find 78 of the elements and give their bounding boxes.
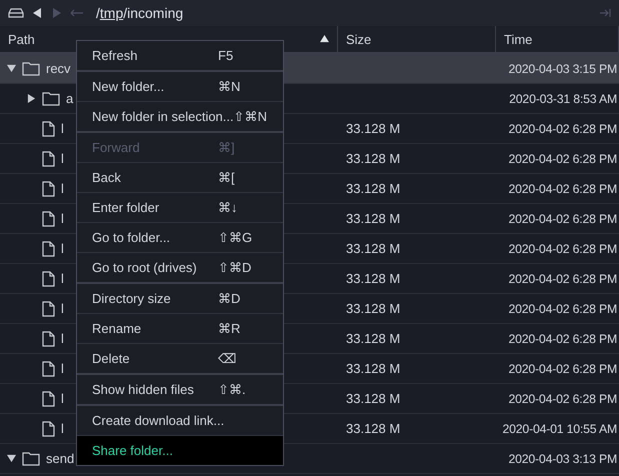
file-icon: [42, 240, 55, 256]
file-size: 33.128 M: [345, 121, 402, 136]
file-time: 2020-04-02 6:28 PM: [508, 272, 618, 286]
file-time: 2020-04-02 6:28 PM: [508, 182, 618, 196]
file-name: l: [61, 391, 64, 406]
file-size: 33.128 M: [345, 241, 402, 256]
folder-icon: [22, 61, 40, 76]
file-time: 2020-04-03 3:13 PM: [508, 452, 618, 466]
menu-item[interactable]: Enter folder ⌘↓: [77, 192, 283, 222]
path-segment[interactable]: tmp: [100, 5, 124, 21]
file-size: 33.128 M: [345, 391, 402, 406]
column-header[interactable]: Time: [496, 26, 619, 52]
file-icon: [42, 120, 55, 136]
file-time: 2020-04-02 6:28 PM: [508, 302, 618, 316]
file-name: l: [61, 301, 64, 316]
file-time: 2020-04-02 6:28 PM: [508, 392, 618, 406]
file-time: 2020-04-03 3:15 PM: [508, 62, 618, 76]
folder-icon: [22, 451, 40, 466]
menu-item[interactable]: Go to root (drives) ⇧⌘D: [77, 252, 283, 282]
file-icon: [42, 420, 55, 436]
menu-item[interactable]: Rename ⌘R: [77, 313, 283, 343]
file-size: 33.128 M: [345, 271, 402, 286]
file-name: recv: [46, 61, 71, 76]
file-name: send: [46, 451, 74, 466]
file-time: 2020-04-02 6:28 PM: [508, 122, 618, 136]
menu-item[interactable]: Share folder...: [77, 435, 283, 465]
shortcut: ⇧⌘.: [218, 382, 247, 397]
file-icon: [42, 210, 55, 226]
file-icon: [42, 180, 55, 196]
file-name: l: [61, 181, 64, 196]
file-time: 2020-04-01 10:55 AM: [502, 422, 618, 436]
menu-item[interactable]: Go to folder... ⇧⌘G: [77, 222, 283, 252]
column-label: Time: [504, 32, 532, 46]
file-time: 2020-04-02 6:28 PM: [508, 152, 618, 166]
file-icon: [42, 270, 55, 286]
file-size: 33.128 M: [345, 301, 402, 316]
file-icon: [42, 360, 55, 376]
drive-icon[interactable]: [8, 8, 24, 18]
file-size: 33.128 M: [345, 211, 402, 226]
file-name: l: [61, 361, 64, 376]
file-icon: [42, 150, 55, 166]
file-name: l: [61, 241, 64, 256]
shortcut: ⌫: [218, 351, 237, 366]
file-time: 2020-04-02 6:28 PM: [508, 242, 618, 256]
collapse-arrow-icon[interactable]: [6, 454, 16, 463]
file-time: 2020-04-02 6:28 PM: [508, 332, 618, 346]
file-name: l: [61, 121, 64, 136]
shortcut: ⌘R: [218, 321, 242, 336]
column-label: Path: [8, 32, 35, 46]
file-icon: [42, 300, 55, 316]
collapse-arrow-icon[interactable]: [6, 64, 16, 73]
file-size: 33.128 M: [345, 181, 402, 196]
file-name: l: [61, 211, 64, 226]
path-segment[interactable]: /incoming: [123, 5, 184, 21]
menu-item[interactable]: Back ⌘[: [77, 162, 283, 192]
file-name: a: [66, 91, 74, 106]
file-size: 33.128 M: [345, 361, 402, 376]
file-name: l: [61, 271, 64, 286]
column-header[interactable]: Size: [338, 26, 496, 52]
expand-arrow-icon[interactable]: [26, 94, 36, 103]
file-icon: [42, 330, 55, 346]
shortcut: ⌘D: [218, 291, 242, 306]
file-icon: [42, 390, 55, 406]
folder-icon: [42, 91, 60, 106]
menu-item[interactable]: Show hidden files ⇧⌘.: [77, 375, 283, 404]
menu-item[interactable]: Delete ⌫: [77, 343, 283, 373]
file-time: 2020-03-31 8:53 AM: [509, 92, 618, 106]
path-segment[interactable]: /: [96, 5, 100, 21]
file-size: 33.128 M: [345, 331, 402, 346]
column-label: Size: [346, 32, 372, 46]
file-name: l: [61, 151, 64, 166]
menu-item[interactable]: New folder in selection...⇧⌘N: [77, 101, 283, 131]
file-name: l: [61, 331, 64, 346]
file-name: l: [61, 421, 64, 436]
file-time: 2020-04-02 6:28 PM: [508, 212, 618, 226]
file-size: 33.128 M: [345, 151, 402, 166]
file-time: 2020-04-02 6:28 PM: [508, 362, 618, 376]
file-size: 33.128 M: [345, 421, 402, 436]
